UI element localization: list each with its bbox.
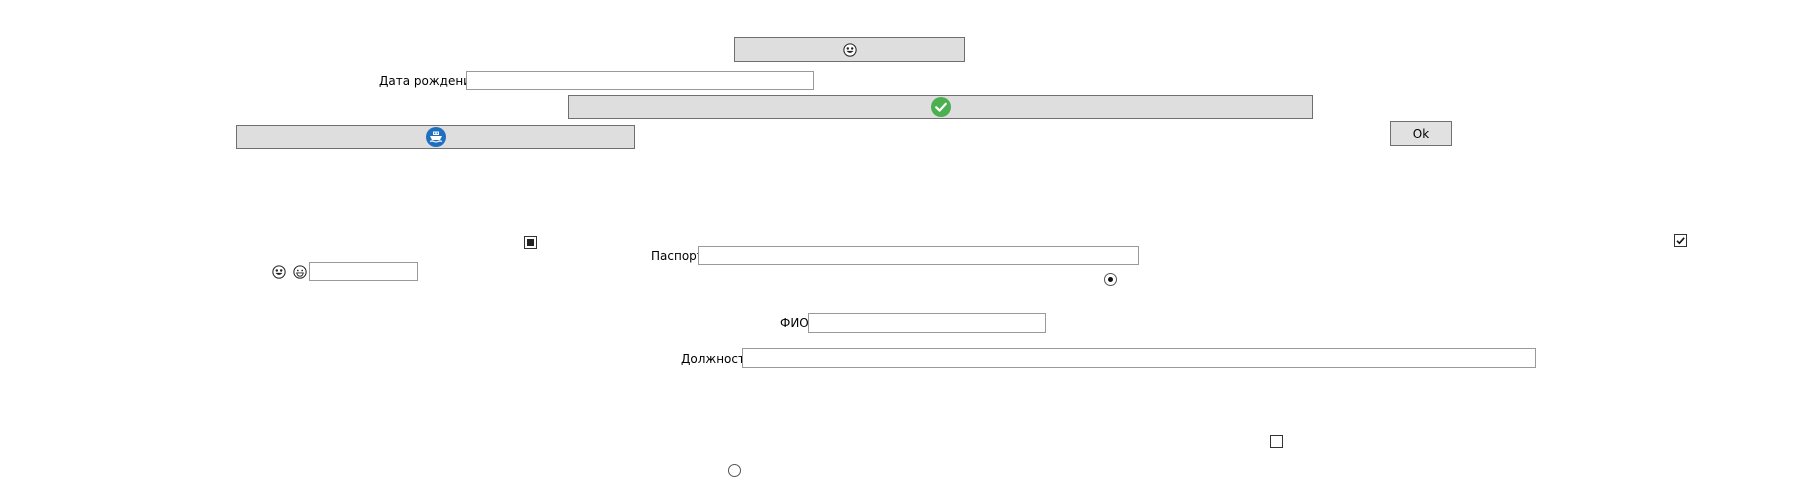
smiling-face-icon: [293, 265, 307, 279]
emoji-button-top[interactable]: [734, 37, 965, 62]
grinning-face-icon: [272, 265, 286, 279]
radio-selected[interactable]: [1104, 273, 1117, 286]
check-circle-icon: [930, 97, 951, 117]
ok-button[interactable]: Ok: [1390, 121, 1452, 146]
confirm-button[interactable]: [568, 95, 1313, 119]
passport-label: Паспорт: [651, 249, 704, 263]
grinning-face-icon: [842, 42, 857, 57]
checkbox-checked[interactable]: [1674, 234, 1687, 247]
ship-icon: [425, 127, 446, 147]
birth-date-label: Дата рождения: [379, 74, 479, 88]
checkbox-unchecked[interactable]: [1270, 435, 1283, 448]
checkbox-indeterminate[interactable]: [524, 236, 537, 249]
ship-button[interactable]: [236, 125, 635, 149]
small-text-field[interactable]: [309, 262, 418, 281]
fio-label: ФИО: [780, 316, 809, 330]
birth-date-field[interactable]: [466, 71, 814, 90]
fio-field[interactable]: [808, 313, 1046, 333]
ok-button-label: Ok: [1412, 126, 1430, 141]
passport-field[interactable]: [698, 246, 1139, 265]
radio-unselected[interactable]: [728, 464, 741, 477]
position-field[interactable]: [742, 348, 1536, 368]
